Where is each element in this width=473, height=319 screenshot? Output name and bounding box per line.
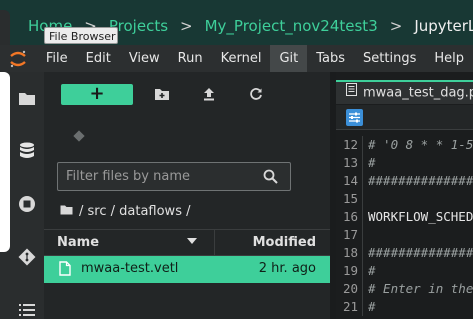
editor-tab[interactable]: mwaa_test_dag.py <box>336 80 473 104</box>
git-icon[interactable] <box>16 246 38 268</box>
gutter-divider <box>362 136 363 154</box>
line-number: 14 <box>342 173 358 188</box>
menu-bar: File Edit View Run Kernel Git Tabs Setti… <box>0 45 473 72</box>
code-text: # Enter in the <box>368 281 473 296</box>
menu-help[interactable]: Help <box>425 45 473 72</box>
menu-edit[interactable]: Edit <box>77 45 120 72</box>
new-launcher-button[interactable]: + <box>61 84 133 105</box>
code-line[interactable]: 15 <box>336 190 473 208</box>
code-line[interactable]: 16 WORKFLOW_SCHEDULE <box>336 208 473 226</box>
breadcrumb-project[interactable]: My_Project_nov24test3 <box>205 17 378 35</box>
line-number: 12 <box>342 137 358 152</box>
code-line[interactable]: 19 # <box>336 262 473 280</box>
breadcrumb-separator: > <box>180 17 193 35</box>
activity-strip <box>0 72 10 252</box>
editor-area: mwaa_test_dag.py 12 # '0 8 * * 1-5' 13 #14 #… <box>336 72 473 319</box>
menu-settings[interactable]: Settings <box>354 45 425 72</box>
editor-tab-title: mwaa_test_dag.py <box>363 85 473 101</box>
file-modified: 2 hr. ago <box>258 261 316 276</box>
gutter-divider <box>362 190 363 208</box>
gutter-divider <box>362 172 363 190</box>
file-icon <box>59 261 71 280</box>
column-name[interactable]: Name <box>57 235 99 250</box>
code-line[interactable]: 12 # '0 8 * * 1-5' <box>336 136 473 154</box>
settings-sliders-icon[interactable] <box>346 109 363 126</box>
menu-run[interactable]: Run <box>169 45 212 72</box>
gutter-divider <box>362 244 363 262</box>
menu-view[interactable]: View <box>120 45 169 72</box>
search-icon <box>263 169 278 188</box>
line-number: 16 <box>342 209 358 224</box>
code-text: ############## <box>368 173 473 188</box>
column-modified[interactable]: Modified <box>253 235 316 250</box>
code-line[interactable]: 21 # <box>336 298 473 316</box>
code-line[interactable]: 13 # <box>336 154 473 172</box>
filter-input[interactable] <box>58 163 258 190</box>
refresh-icon[interactable] <box>249 86 265 102</box>
activity-bar <box>0 72 44 319</box>
code-text: ############## <box>368 245 473 260</box>
code-text: WORKFLOW_SCHEDULE <box>368 209 473 224</box>
menu-git[interactable]: Git <box>270 45 308 72</box>
gutter-divider <box>362 262 363 280</box>
code-text: # <box>368 155 376 170</box>
git-branch-icon <box>72 128 86 147</box>
line-number: 20 <box>342 281 358 296</box>
filter-field <box>57 162 291 191</box>
list-icon[interactable] <box>16 299 38 319</box>
column-divider[interactable] <box>214 230 215 256</box>
code-text: # <box>368 263 376 278</box>
file-browser-toolbar: + <box>44 72 330 118</box>
line-number: 21 <box>342 299 358 314</box>
gutter-divider <box>362 280 363 298</box>
code-text: # '0 8 * * 1-5' <box>368 137 473 152</box>
line-number: 15 <box>342 191 358 206</box>
file-browser-panel: + / src / dataflows / Name Modified <box>44 72 330 319</box>
code-line[interactable]: 18 ############## <box>336 244 473 262</box>
gutter-divider <box>362 154 363 172</box>
file-name: mwaa-test.vetl <box>81 261 179 276</box>
folder-icon[interactable] <box>60 204 73 219</box>
menu-tabs[interactable]: Tabs <box>307 45 354 72</box>
document-icon <box>346 82 357 104</box>
jupyter-logo-icon[interactable] <box>0 45 37 72</box>
database-icon[interactable] <box>16 140 38 162</box>
code-lines[interactable]: 12 # '0 8 * * 1-5' 13 #14 ############## 15 16… <box>336 136 473 316</box>
file-row[interactable]: mwaa-test.vetl 2 hr. ago <box>44 256 330 283</box>
new-folder-icon[interactable] <box>154 86 170 102</box>
current-path[interactable]: / src / dataflows / <box>79 204 190 219</box>
line-number: 17 <box>342 227 358 242</box>
menu-file[interactable]: File <box>37 45 77 72</box>
folder-icon[interactable] <box>16 87 38 109</box>
gutter-divider <box>362 226 363 244</box>
file-browser-tooltip: File Browser <box>44 27 118 44</box>
line-number: 13 <box>342 155 358 170</box>
file-list-header: Name Modified <box>44 229 330 256</box>
code-line[interactable]: 17 <box>336 226 473 244</box>
breadcrumb-edge <box>0 10 10 50</box>
editor-toolbar <box>336 105 473 130</box>
line-number: 18 <box>342 245 358 260</box>
breadcrumb-current: JupyterLab <box>414 17 473 35</box>
line-number: 19 <box>342 263 358 278</box>
path-breadcrumb: / src / dataflows / <box>60 204 190 219</box>
upload-icon[interactable] <box>202 86 218 102</box>
code-line[interactable]: 20 # Enter in the <box>336 280 473 298</box>
gutter-divider <box>362 208 363 226</box>
menu-kernel[interactable]: Kernel <box>212 45 271 72</box>
gutter-divider <box>362 298 363 316</box>
stop-circle-icon[interactable] <box>16 193 38 215</box>
sort-caret-icon[interactable] <box>187 238 197 244</box>
code-text: # <box>368 299 376 314</box>
code-line[interactable]: 14 ############## <box>336 172 473 190</box>
breadcrumb-separator: > <box>389 17 403 35</box>
